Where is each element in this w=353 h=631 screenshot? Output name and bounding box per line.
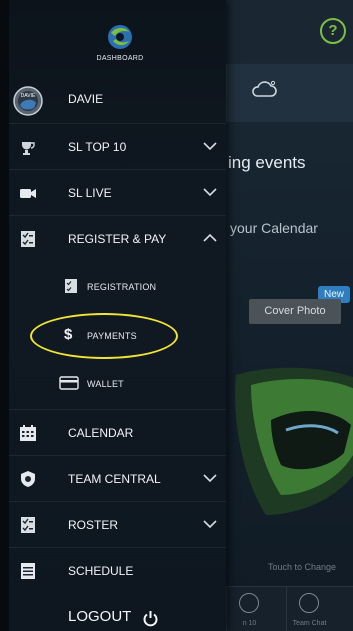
sidebar-item-label: SCHEDULE	[68, 564, 134, 578]
card-icon	[59, 376, 79, 390]
logout-button[interactable]: LOGOUT	[68, 608, 131, 625]
sidebar-item-label: ROSTER	[68, 518, 119, 532]
bottom-tab-top10[interactable]: n 10	[226, 587, 271, 631]
bottom-tab-team-chat[interactable]: Team Chat	[286, 587, 331, 631]
chat-icon	[299, 593, 319, 613]
touch-to-change-label: Touch to Change	[268, 562, 337, 572]
navigation-drawer: DASHBOARD DAVIE DAVIE SL TOP 10 SL LIVE	[0, 0, 226, 631]
background-bottom-bar: n 10 Team Chat	[226, 586, 353, 631]
checklist-icon	[21, 517, 35, 533]
tab-label: Team Chat	[292, 620, 327, 627]
submenu-item-registration[interactable]: REGISTRATION	[9, 264, 226, 310]
shield-icon	[21, 471, 35, 487]
weather-tab[interactable]	[226, 64, 353, 122]
checklist-icon	[65, 279, 77, 293]
tab-label: n 10	[242, 620, 257, 627]
submenu-item-label: WALLET	[87, 379, 124, 389]
chevron-down-icon[interactable]	[203, 473, 217, 483]
sidebar-item-schedule[interactable]: SCHEDULE	[9, 547, 226, 593]
power-icon[interactable]	[143, 610, 158, 627]
submenu-item-wallet[interactable]: WALLET	[9, 361, 226, 407]
drawer-edge	[0, 0, 9, 631]
sidebar-item-label: SL TOP 10	[68, 140, 127, 154]
submenu-item-label: REGISTRATION	[87, 282, 157, 292]
chevron-down-icon[interactable]	[203, 141, 217, 151]
cover-photo-button[interactable]: Cover Photo	[249, 299, 341, 324]
sidebar-item-sl-live[interactable]: SL LIVE	[9, 169, 226, 215]
team-logo	[226, 365, 353, 515]
profile-item[interactable]: DAVIE DAVIE	[9, 77, 226, 123]
dashboard-logo-icon	[108, 25, 132, 49]
sidebar-item-register-pay[interactable]: REGISTER & PAY	[9, 215, 226, 261]
dashboard-button[interactable]: DASHBOARD	[60, 24, 180, 62]
avatar: DAVIE	[13, 86, 43, 116]
tab-icon	[239, 593, 259, 613]
video-camera-icon	[20, 189, 36, 198]
chevron-up-icon[interactable]	[203, 233, 217, 243]
list-icon	[21, 563, 35, 579]
trophy-icon	[22, 142, 35, 155]
sidebar-item-label: CALENDAR	[68, 426, 134, 440]
sidebar-item-label: SL LIVE	[68, 186, 112, 200]
dashboard-label: DASHBOARD	[96, 55, 144, 62]
sidebar-item-calendar[interactable]: CALENDAR	[9, 409, 226, 455]
sidebar-item-roster[interactable]: ROSTER	[9, 501, 226, 547]
calendar-icon	[20, 425, 36, 441]
payments-highlight-ring	[30, 313, 178, 359]
chevron-down-icon[interactable]	[203, 187, 217, 197]
help-icon[interactable]: ?	[320, 18, 346, 44]
sidebar-item-team-central[interactable]: TEAM CENTRAL	[9, 455, 226, 501]
checklist-icon	[21, 231, 35, 247]
sidebar-item-sl-top-10[interactable]: SL TOP 10	[9, 123, 226, 169]
events-heading-fragment: ing events	[228, 153, 306, 172]
profile-name: DAVIE	[68, 92, 104, 106]
calendar-text-fragment: your Calendar	[230, 220, 318, 236]
sidebar-item-label: TEAM CENTRAL	[68, 472, 161, 486]
avatar-text: DAVIE	[21, 93, 36, 99]
sidebar-item-label: REGISTER & PAY	[68, 232, 167, 246]
chevron-down-icon[interactable]	[203, 519, 217, 529]
cloud-icon	[252, 80, 277, 97]
